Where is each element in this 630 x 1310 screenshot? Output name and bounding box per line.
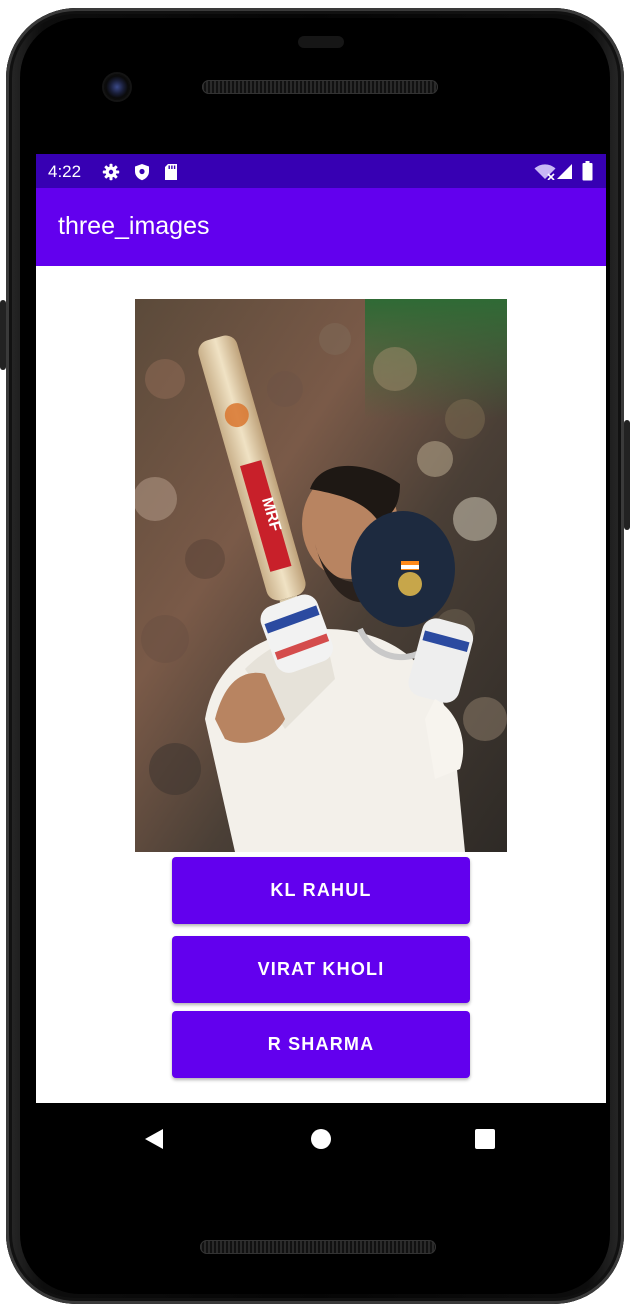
status-time: 4:22 <box>48 162 82 181</box>
back-icon[interactable] <box>143 1128 165 1150</box>
power-button <box>624 420 630 530</box>
cricket-player-photo: MRF <box>135 299 507 852</box>
wifi-icon <box>534 164 556 180</box>
sd-card-icon <box>165 164 177 180</box>
volume-button <box>0 300 6 370</box>
gear-icon <box>102 163 120 181</box>
bottom-speaker-grille <box>200 1240 436 1254</box>
top-speaker-grille <box>202 80 438 94</box>
recents-icon[interactable] <box>474 1128 496 1150</box>
app-title: three_images <box>58 212 210 240</box>
r-sharma-button[interactable]: R SHARMA <box>172 1011 470 1078</box>
navigation-bar <box>36 1103 606 1173</box>
kl-rahul-button[interactable]: KL RAHUL <box>172 857 470 924</box>
front-camera <box>104 74 130 100</box>
battery-icon <box>582 161 593 181</box>
device-screen: 4:22 three_images MRF KL RAHUL VIRAT KHO… <box>36 154 606 1103</box>
signal-icon <box>557 164 572 179</box>
virat-kholi-button[interactable]: VIRAT KHOLI <box>172 936 470 1003</box>
earpiece-notch <box>298 36 344 48</box>
photo-illustration: MRF <box>135 299 507 852</box>
shield-icon <box>135 164 149 181</box>
app-bar: three_images <box>36 188 606 266</box>
home-icon[interactable] <box>309 1127 333 1151</box>
status-bar: 4:22 <box>36 154 606 188</box>
